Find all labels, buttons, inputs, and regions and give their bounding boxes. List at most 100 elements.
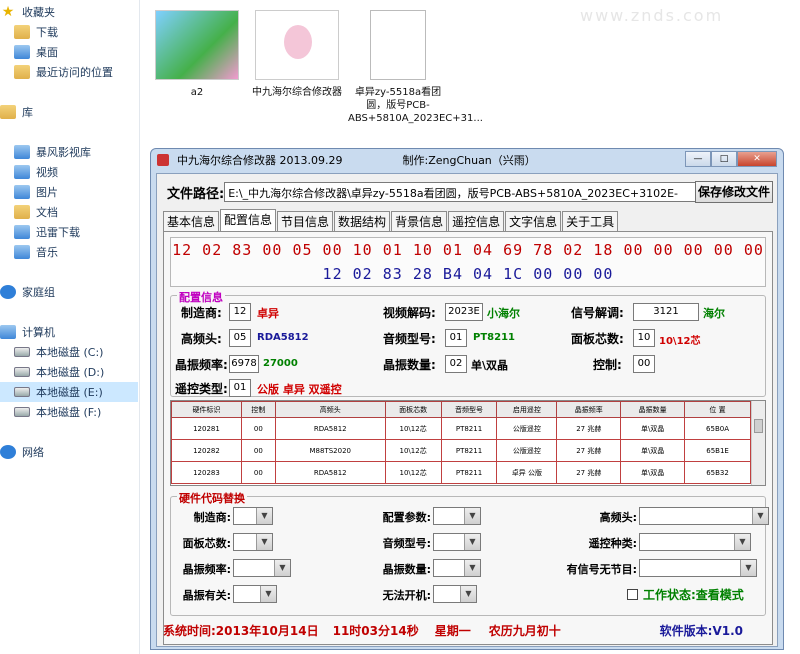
author-text: 制作:ZengChuan（兴雨） [402,154,536,167]
replace-audio-select[interactable]: ▼ [433,533,481,551]
nav-homegroup[interactable]: 家庭组 [0,282,138,302]
replace-crystal-freq-select[interactable]: ▼ [233,559,291,577]
maximize-button[interactable]: □ [711,151,737,167]
signal-no-program-select[interactable]: ▼ [639,559,757,577]
tab-about[interactable]: 关于工具 [562,211,619,231]
tab-text-info[interactable]: 文字信息 [505,211,562,231]
file-list: www.znds.com a2 中九海尔综合修改器 卓异zy-5518a看团圆，… [140,0,800,150]
replace-tuner-label: 高频头: [599,511,637,524]
table-cell: RDA5812 [274,461,386,484]
nav-thunder[interactable]: 迅雷下载 [0,222,138,242]
remote-kind-select[interactable]: ▼ [639,533,751,551]
replace-group-title: 硬件代码替换 [177,490,247,506]
music-icon [14,245,30,259]
remote-value[interactable]: 01 [229,379,251,397]
crystal-related-select[interactable]: ▼ [233,585,277,603]
nav-drive-f[interactable]: 本地磁盘 (F:) [0,402,138,422]
table-cell: 单\双晶 [620,417,686,440]
file-item-modifier[interactable]: 中九海尔综合修改器 [252,10,342,99]
nav-documents[interactable]: 文档 [0,202,138,222]
replace-panel-label: 面板芯数: [182,537,231,550]
weekday: 星期一 [434,624,471,638]
signal-decode-value[interactable]: 3121 [633,303,699,321]
video-decode-value[interactable]: 2023E [445,303,483,321]
table-scrollbar[interactable] [751,401,765,485]
replace-audio-label: 音频型号: [382,537,431,550]
table-row[interactable]: 120282 00 M88TS2020 10\12芯 PT8211 公版遥控 27 兆赫 单\… [171,439,751,462]
table-row[interactable]: 120281 00 RDA5812 10\12芯 PT8211 公版遥控 27 兆赫 单\双晶… [171,417,751,440]
file-name: 卓异zy-5518a看团圆，版号PCB-ABS+5810A_2023EC+31.… [348,87,483,124]
desktop-icon [14,45,30,59]
nav-network[interactable]: 网络 [0,442,138,462]
tab-remote-info[interactable]: 遥控信息 [448,211,505,231]
config-group: 配置信息 制造商: 12 卓异 视频解码: 2023E 小海尔 信号解调: 31… [170,289,766,397]
nav-video[interactable]: 视频 [0,162,138,182]
tuner-name: RDA5812 [257,332,309,343]
table-cell: 单\双晶 [620,461,686,484]
manufacturer-value[interactable]: 12 [229,303,251,321]
tab-data-structure[interactable]: 数据结构 [334,211,391,231]
nav-downloads[interactable]: 下载 [0,22,138,42]
nav-drive-d[interactable]: 本地磁盘 (D:) [0,362,138,382]
nav-label: 收藏夹 [22,6,55,19]
network-icon [0,445,16,459]
nav-music[interactable]: 音乐 [0,242,138,262]
scrollbar-thumb[interactable] [754,419,763,433]
replace-crystal-count-select[interactable]: ▼ [433,559,481,577]
crystal-count-value[interactable]: 02 [445,355,467,373]
drive-icon [14,407,30,417]
save-file-button[interactable]: 保存修改文件 [695,181,773,203]
nav-label: 网络 [22,446,44,459]
control-label: 控制: [593,358,622,372]
nav-desktop[interactable]: 桌面 [0,42,138,62]
table-cell: 27 兆赫 [556,417,622,440]
minimize-button[interactable]: — [685,151,711,167]
replace-tuner-select[interactable]: ▼ [639,507,769,525]
panel-name: 10\12芯 [659,336,701,347]
hardware-table-grid: 硬件标识 控制 高频头 面板芯数 音频型号 启用遥控 晶振频率 晶振数量 位 置 [171,401,751,484]
control-value[interactable]: 00 [633,355,655,373]
crystal-value[interactable]: 6978 [229,355,259,373]
nav-computer[interactable]: 计算机 [0,322,138,342]
software-version: 软件版本:V1.0 [659,624,743,638]
window-controls: — □ ✕ [685,151,777,167]
window-title: 中九海尔综合修改器 2013.09.29 [177,154,343,167]
chevron-down-icon: ▼ [260,586,276,602]
replace-manufacturer-select[interactable]: ▼ [233,507,273,525]
nav-storm[interactable]: 暴风影视库 [0,142,138,162]
drive-icon [14,347,30,357]
tab-program-info[interactable]: 节目信息 [277,211,334,231]
close-button[interactable]: ✕ [737,151,777,167]
table-cell: 00 [240,461,276,484]
nav-drive-e[interactable]: 本地磁盘 (E:) [0,382,138,402]
table-cell: 单\双晶 [620,439,686,462]
nav-drive-c[interactable]: 本地磁盘 (C:) [0,342,138,362]
nav-favorites[interactable]: ★ 收藏夹 [0,2,138,22]
path-input[interactable]: E:\_中九海尔综合修改器\卓异zy-5518a看团圆，版号PCB-ABS+58… [224,182,735,202]
nav-pictures[interactable]: 图片 [0,182,138,202]
file-item-a2[interactable]: a2 [152,10,242,99]
tab-config-info[interactable]: 配置信息 [220,209,277,231]
navigation-pane: ★ 收藏夹 下载 桌面 最近访问的位置 库 暴风影视库 视频 图片 文档 迅雷下载… [0,0,140,654]
crystal-label: 晶振频率: [175,358,228,372]
audio-value[interactable]: 01 [445,329,467,347]
video-icon [14,165,30,179]
table-cell: 120283 [171,461,242,484]
no-boot-select[interactable]: ▼ [433,585,477,603]
file-item-firmware[interactable]: 卓异zy-5518a看团圆，版号PCB-ABS+5810A_2023EC+31.… [348,10,483,125]
system-clock: 11时03分14秒 [332,624,419,638]
nav-library[interactable]: 库 [0,102,138,122]
manufacturer-label: 制造商: [181,306,222,320]
tab-basic-info[interactable]: 基本信息 [163,211,220,231]
panel-value[interactable]: 10 [633,329,655,347]
work-state-checkbox[interactable] [627,589,638,600]
document-icon [370,10,426,80]
replace-panel-select[interactable]: ▼ [233,533,273,551]
table-row[interactable]: 120283 00 RDA5812 10\12芯 PT8211 卓异 公版 27 兆赫 单\双… [171,461,751,484]
file-name: 中九海尔综合修改器 [252,87,342,98]
nav-recent[interactable]: 最近访问的位置 [0,62,138,82]
config-param-select[interactable]: ▼ [433,507,481,525]
tuner-value[interactable]: 05 [229,329,251,347]
tab-background-info[interactable]: 背景信息 [391,211,448,231]
col-header: 音频型号 [440,401,498,418]
